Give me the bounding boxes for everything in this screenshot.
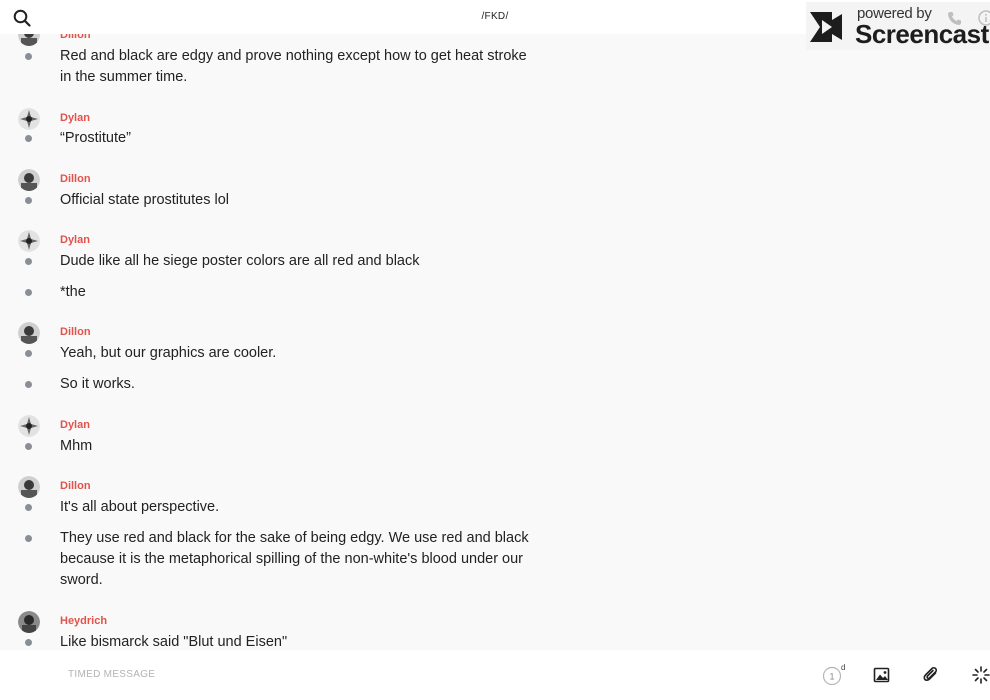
message-bullet	[25, 639, 32, 646]
message-bullet	[25, 535, 32, 542]
burst-icon[interactable]	[970, 664, 990, 686]
message-author[interactable]: Dylan	[60, 234, 90, 246]
message-list: Dillon Red and black are edgy and prove …	[0, 0, 990, 650]
message-bullet	[25, 289, 32, 296]
avatar[interactable]	[18, 169, 40, 191]
screencastify-watermark: powered by Screencastify	[806, 2, 990, 50]
message-text: Yeah, but our graphics are cooler.	[60, 345, 277, 361]
message-text: It's all about perspective.	[60, 499, 220, 515]
timer-icon[interactable]: 1 d	[821, 663, 845, 686]
timer-unit: d	[841, 664, 845, 672]
avatar[interactable]	[18, 230, 40, 252]
message-text: Like bismarck said "Blut und Eisen"	[60, 634, 288, 650]
watermark-brand-label: Screencastify	[855, 19, 990, 49]
message-author[interactable]: Dylan	[60, 419, 90, 431]
message-author[interactable]: Heydrich	[60, 615, 107, 627]
message-author[interactable]: Dillon	[60, 480, 91, 492]
message-text: Mhm	[60, 438, 93, 454]
message-bullet	[25, 381, 32, 388]
message-bullet	[25, 53, 32, 60]
message-bullet	[25, 135, 32, 142]
info-icon[interactable]	[978, 10, 990, 26]
message-bullet	[25, 350, 32, 357]
message-bullet	[25, 504, 32, 511]
message-author[interactable]: Dillon	[60, 326, 91, 338]
timer-value: 1	[829, 672, 834, 682]
message-text: So it works.	[60, 376, 135, 392]
timed-message-input[interactable]	[66, 668, 770, 681]
screencastify-logo-icon	[810, 12, 842, 42]
avatar[interactable]	[18, 476, 40, 498]
attachment-icon[interactable]	[920, 664, 942, 686]
image-icon[interactable]	[871, 664, 893, 686]
message-bullet	[25, 443, 32, 450]
message-text: They use red and black for the sake of b…	[60, 530, 529, 588]
message-text: *the	[60, 284, 86, 300]
message-text: “Prostitute”	[60, 130, 131, 146]
message-text: Red and black are edgy and prove nothing…	[60, 48, 527, 85]
message-text: Official state prostitutes lol	[60, 192, 229, 208]
message-author[interactable]: Dillon	[60, 173, 91, 185]
message-composer: 1 d	[0, 650, 990, 700]
avatar[interactable]	[18, 415, 40, 437]
avatar[interactable]	[18, 322, 40, 344]
avatar[interactable]	[18, 108, 40, 130]
message-author[interactable]: Dylan	[60, 112, 90, 124]
message-bullet	[25, 258, 32, 265]
message-bullet	[25, 197, 32, 204]
avatar[interactable]	[18, 611, 40, 633]
phone-icon[interactable]	[946, 10, 962, 26]
message-text: Dude like all he siege poster colors are…	[60, 253, 420, 269]
